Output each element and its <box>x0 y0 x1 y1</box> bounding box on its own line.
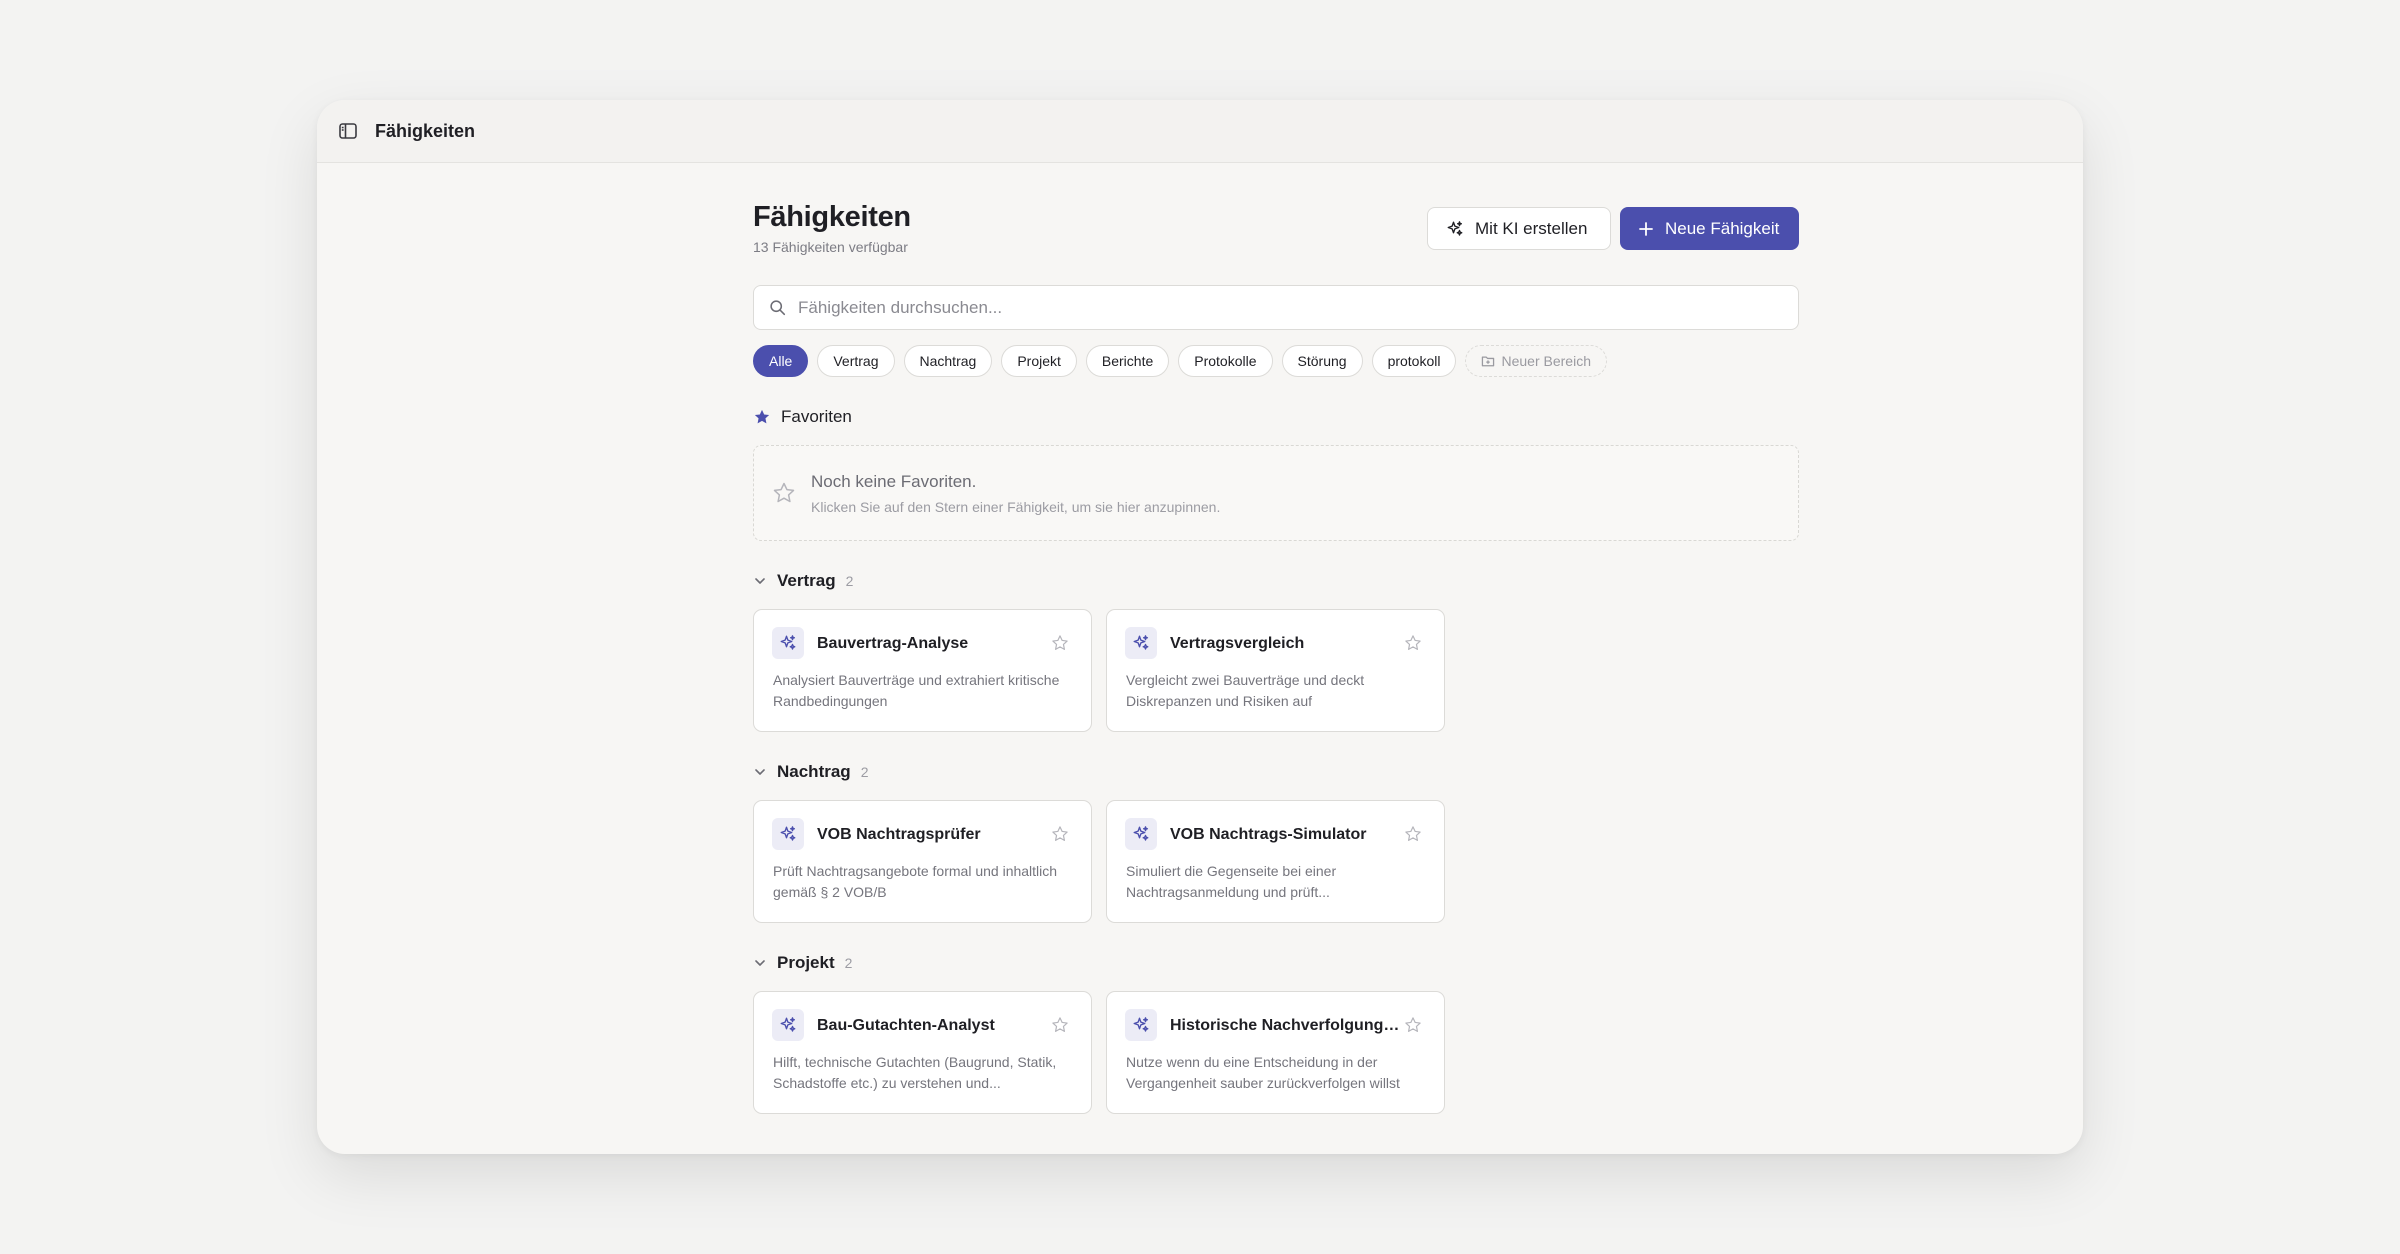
chip-stoerung[interactable]: Störung <box>1281 345 1363 377</box>
star-outline-icon[interactable] <box>1051 634 1069 652</box>
skill-card[interactable]: Bauvertrag-Analyse Analysiert Bauverträg… <box>753 609 1092 732</box>
chip-alle[interactable]: Alle <box>753 345 809 377</box>
sparkles-icon <box>1125 818 1157 850</box>
star-filled-icon <box>754 409 770 424</box>
chip-berichte[interactable]: Berichte <box>1085 345 1170 377</box>
skill-card-title: VOB Nachtragsprüfer <box>817 826 981 843</box>
star-outline-icon[interactable] <box>1404 634 1422 652</box>
new-skill-label: Neue Fähigkeit <box>1665 218 1780 238</box>
skill-card[interactable]: Historische Nachverfolgung ... Nutze wen… <box>1106 991 1445 1114</box>
section-header[interactable]: Vertrag 2 <box>753 569 1799 593</box>
chip-nachtrag[interactable]: Nachtrag <box>903 345 993 377</box>
sparkles-icon <box>1447 220 1463 236</box>
skill-card-title: Historische Nachverfolgung ... <box>1170 1017 1400 1034</box>
section-nachtrag: Nachtrag 2 VOB Nachtragsprüfer Prüft Nac… <box>753 760 1799 923</box>
star-outline-icon[interactable] <box>1404 825 1422 843</box>
skill-card-description: Hilft, technische Gutachten (Baugrund, S… <box>773 1054 1057 1091</box>
category-filter: Alle Vertrag Nachtrag Projekt Berichte P… <box>753 345 1799 377</box>
section-header[interactable]: Nachtrag 2 <box>753 760 1799 784</box>
skill-card-title: Bauvertrag-Analyse <box>817 635 969 652</box>
new-area-label: Neuer Bereich <box>1501 353 1591 369</box>
search-input[interactable] <box>798 297 1758 318</box>
create-with-ai-label: Mit KI erstellen <box>1475 218 1588 238</box>
section-title: Vertrag <box>777 571 836 590</box>
search-icon <box>770 300 786 316</box>
page-title: Fähigkeiten <box>753 201 911 233</box>
favorites-header: Favoriten <box>753 405 1799 429</box>
section-header[interactable]: Projekt 2 <box>753 951 1799 975</box>
page-header: Fähigkeiten 13 Fähigkeiten verfügbar Mit… <box>753 163 1799 270</box>
skill-card-title: Vertragsvergleich <box>1170 635 1305 652</box>
search-bar <box>753 285 1799 330</box>
chevron-down-icon <box>755 960 765 966</box>
skill-card[interactable]: VOB Nachtragsprüfer Prüft Nachtragsangeb… <box>753 800 1092 923</box>
chip-vertrag[interactable]: Vertrag <box>817 345 895 377</box>
skill-card-description: Analysiert Bauverträge und extrahiert kr… <box>773 672 1060 709</box>
favorites-empty-hint: Klicken Sie auf den Stern einer Fähigkei… <box>811 499 1221 515</box>
create-with-ai-button[interactable]: Mit KI erstellen <box>1427 207 1611 250</box>
sparkles-icon <box>1125 627 1157 659</box>
star-outline-icon <box>773 482 795 503</box>
section-title: Projekt <box>777 953 835 972</box>
section-title: Nachtrag <box>777 762 851 781</box>
skill-card[interactable]: Vertragsvergleich Vergleicht zwei Bauver… <box>1106 609 1445 732</box>
skill-card-description: Prüft Nachtragsangebote formal und inhal… <box>773 863 1058 900</box>
section-count: 2 <box>845 573 854 589</box>
app-window: Fähigkeiten Fähigkeiten 13 Fähigkeiten v… <box>317 100 2083 1154</box>
new-skill-button[interactable]: Neue Fähigkeit <box>1620 207 1799 250</box>
sparkles-icon <box>1125 1009 1157 1041</box>
star-outline-icon[interactable] <box>1404 1016 1422 1034</box>
topbar-title: Fähigkeiten <box>375 120 476 141</box>
plus-icon <box>1639 221 1653 236</box>
chip-projekt[interactable]: Projekt <box>1001 345 1077 377</box>
section-count: 2 <box>844 955 853 971</box>
section-vertrag: Vertrag 2 Bauvertrag-Analyse Analysiert … <box>753 569 1799 732</box>
skill-card-description: Vergleicht zwei Bauverträge und deckt Di… <box>1126 672 1365 709</box>
skill-card[interactable]: VOB Nachtrags-Simulator Simuliert die Ge… <box>1106 800 1445 923</box>
section-projekt: Projekt 2 Bau-Gutachten-Analyst Hilft, t… <box>753 951 1799 1114</box>
new-area-chip[interactable]: Neuer Bereich <box>1465 345 1607 377</box>
folder-plus-icon <box>1482 356 1495 367</box>
chip-protokolle[interactable]: Protokolle <box>1178 345 1273 377</box>
section-count: 2 <box>860 764 869 780</box>
sparkles-icon <box>772 627 804 659</box>
sidebar-toggle-icon[interactable] <box>331 114 365 148</box>
favorites-title: Favoriten <box>781 407 852 426</box>
main-content: Fähigkeiten 13 Fähigkeiten verfügbar Mit… <box>753 163 1799 1114</box>
sparkles-icon <box>772 818 804 850</box>
chip-protokoll[interactable]: protokoll <box>1371 345 1457 377</box>
favorites-empty-state: Noch keine Favoriten. Klicken Sie auf de… <box>753 445 1799 541</box>
chevron-down-icon <box>755 769 765 775</box>
skill-card-title: VOB Nachtrags-Simulator <box>1170 826 1367 843</box>
skill-card-description: Simuliert die Gegenseite bei einer Nacht… <box>1126 863 1337 900</box>
star-outline-icon[interactable] <box>1051 1016 1069 1034</box>
star-outline-icon[interactable] <box>1051 825 1069 843</box>
skill-card-title: Bau-Gutachten-Analyst <box>817 1017 995 1034</box>
skill-card-description: Nutze wenn du eine Entscheidung in der V… <box>1126 1054 1400 1091</box>
favorites-empty-title: Noch keine Favoriten. <box>811 472 977 491</box>
sparkles-icon <box>772 1009 804 1041</box>
topbar: Fähigkeiten <box>317 100 2083 163</box>
skill-card[interactable]: Bau-Gutachten-Analyst Hilft, technische … <box>753 991 1092 1114</box>
page-subtitle: 13 Fähigkeiten verfügbar <box>753 239 908 255</box>
chevron-down-icon <box>755 578 765 584</box>
